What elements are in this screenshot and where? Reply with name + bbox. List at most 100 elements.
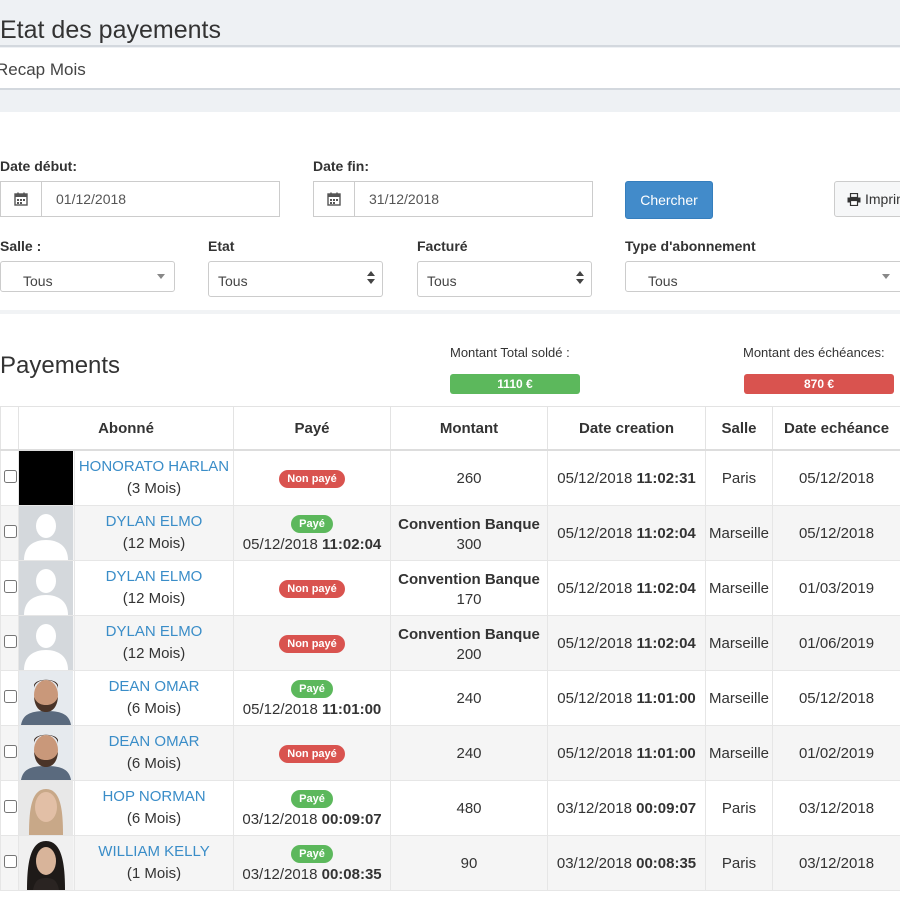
date-fin-input[interactable] [355,182,592,216]
paid-cell: Non payé [233,449,392,506]
header-paye[interactable]: Payé [233,406,392,451]
etat-select[interactable]: Tous [208,261,383,297]
subscriber-cell: DYLAN ELMO (12 Mois) [73,560,235,616]
subscriber-cell: DYLAN ELMO (12 Mois) [73,615,235,671]
created-date: 05/12/2018 [557,744,633,762]
table-row: DYLAN ELMO (12 Mois) Payé 05/12/2018 11:02:… [0,505,900,561]
table-header-row: Abonné Payé Montant Date creation Salle … [0,406,900,451]
subscriber-name-link[interactable]: HOP NORMAN [75,786,233,808]
paid-cell: Payé 03/12/2018 00:08:35 [233,835,392,891]
avatar [19,561,73,615]
total-solde-badge: 1110 € [450,374,580,394]
salle-cell: Marseille [705,615,774,671]
header-montant[interactable]: Montant [390,406,549,451]
created-date: 05/12/2018 [557,634,633,652]
due-date-cell: 05/12/2018 [772,505,900,561]
status-badge: Payé [291,514,333,533]
avatar-cell [18,725,75,781]
row-checkbox[interactable] [3,469,17,483]
facture-label: Facturé [417,238,468,254]
type-abonnement-select-value: Tous [648,273,678,289]
facture-select[interactable]: Tous [417,261,592,297]
paid-cell: Payé 03/12/2018 00:09:07 [233,780,392,836]
amount-cell: Convention Banque 300 [390,505,549,561]
subscriber-name-link[interactable]: DEAN OMAR [75,676,233,698]
subscription-duration: (6 Mois) [126,755,182,772]
row-checkbox[interactable] [3,689,17,703]
paid-datetime: 03/12/2018 00:08:35 [234,866,390,883]
subscriber-name-link[interactable]: DEAN OMAR [75,731,233,753]
avatar-cell [18,560,75,616]
chevron-down-icon [157,274,165,279]
due-date-cell: 05/12/2018 [772,449,900,506]
status-badge: Payé [291,679,333,698]
printer-icon [847,192,861,206]
created-date: 05/12/2018 [557,579,633,597]
salle-cell: Marseille [705,670,774,726]
avatar-cell [18,505,75,561]
avatar [19,616,73,670]
header-date-creation[interactable]: Date creation [547,406,707,451]
row-select-cell [0,505,19,561]
paid-date: 03/12/2018 [242,865,318,883]
paid-time: 11:01:00 [322,700,382,718]
row-checkbox[interactable] [3,854,17,868]
search-button[interactable]: Chercher [625,181,713,219]
amount-cell: 90 [390,835,549,891]
subscriber-name-link[interactable]: DYLAN ELMO [75,621,233,643]
table-row: HOP NORMAN (6 Mois) Payé 03/12/2018 00:09:0… [0,780,900,836]
created-date: 03/12/2018 [556,799,632,817]
print-button-label: Imprimer [865,191,900,207]
paid-cell: Payé 05/12/2018 11:01:00 [233,670,392,726]
avatar [19,451,73,505]
salle-select[interactable]: Tous [0,261,175,292]
avatar-cell [18,615,75,671]
subscriber-name-link[interactable]: HONORATO HARLAN [75,456,233,478]
created-cell: 05/12/2018 11:01:00 [547,670,707,726]
type-abonnement-select[interactable]: Tous [625,261,900,292]
amount-cell: 480 [390,780,549,836]
echeances-badge: 870 € [744,374,894,394]
header-salle[interactable]: Salle [705,406,774,451]
row-checkbox[interactable] [3,744,17,758]
date-debut-input[interactable] [42,182,279,216]
amount-value: 170 [456,590,482,608]
created-time: 11:01:00 [636,744,696,762]
print-button[interactable]: Imprimer [834,181,900,217]
header-date-echeance[interactable]: Date echéance [772,406,900,451]
paid-time: 00:08:35 [321,865,382,883]
convention-label: Convention Banque [398,570,540,588]
amount-cell: 260 [390,449,549,506]
header-abonne[interactable]: Abonné [17,406,235,451]
row-checkbox[interactable] [3,579,17,593]
paid-datetime: 05/12/2018 11:01:00 [234,701,390,718]
row-checkbox[interactable] [3,634,17,648]
subscriber-cell: WILLIAM KELLY (1 Mois) [73,835,235,891]
subscriber-name-link[interactable]: DYLAN ELMO [75,566,233,588]
created-cell: 05/12/2018 11:02:04 [547,505,707,561]
etat-label: Etat [208,238,235,254]
status-badge: Non payé [279,469,345,488]
subscription-duration: (6 Mois) [126,810,182,827]
section-title: Payements [0,352,121,379]
due-date-cell: 01/02/2019 [772,725,900,781]
subscriber-cell: HOP NORMAN (6 Mois) [73,780,235,836]
avatar-cell [18,780,75,836]
avatar-cell [18,835,75,891]
calendar-icon[interactable] [1,182,42,216]
updown-arrows-icon [367,271,375,285]
created-cell: 05/12/2018 11:02:31 [547,449,707,506]
total-solde-label: Montant Total soldé : [450,345,570,360]
row-select-cell [0,725,19,781]
row-checkbox[interactable] [3,524,17,538]
calendar-icon[interactable] [314,182,355,216]
row-select-cell [0,560,19,616]
subscriber-name-link[interactable]: DYLAN ELMO [75,511,233,533]
row-checkbox[interactable] [3,799,17,813]
date-debut-group [0,181,280,217]
subscriber-name-link[interactable]: WILLIAM KELLY [75,841,233,863]
row-select-cell [0,780,19,836]
subscriber-cell: DYLAN ELMO (12 Mois) [73,505,235,561]
echeances-label: Montant des échéances: [743,345,885,360]
paid-time: 00:09:07 [321,810,382,828]
